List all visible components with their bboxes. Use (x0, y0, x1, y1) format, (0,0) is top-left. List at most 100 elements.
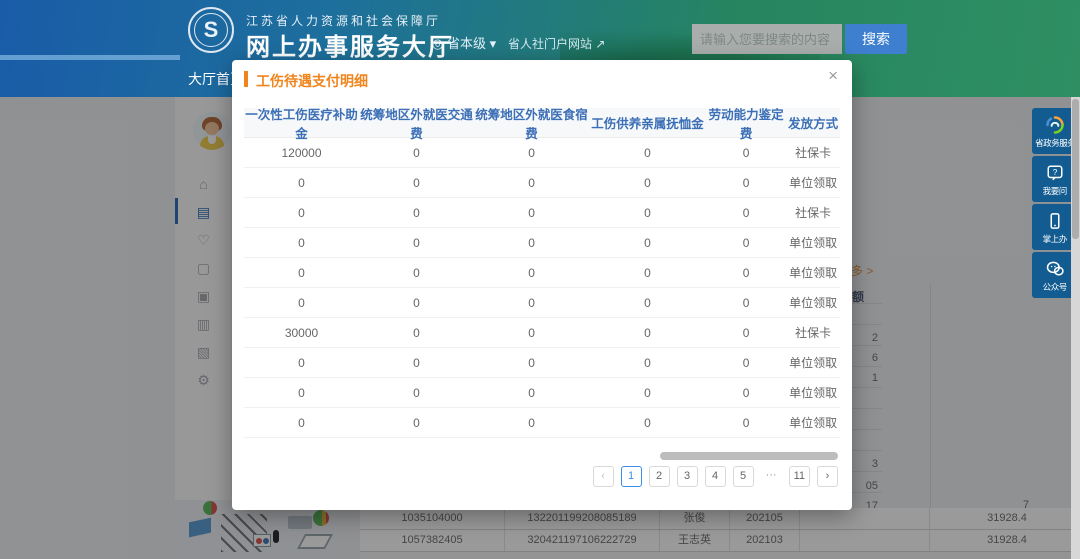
table-cell: 单位领取 (786, 354, 840, 371)
table-row: 00000社保卡 (244, 198, 840, 228)
caret-down-icon: ▾ (490, 36, 497, 51)
column-header: 统筹地区外就医食宿费 (474, 104, 589, 142)
table-cell: 30000 (244, 326, 359, 340)
table-cell: 0 (244, 176, 359, 190)
banner-strip-decoration (0, 55, 180, 60)
table-cell: 0 (359, 386, 474, 400)
logo-glyph: S (194, 13, 228, 47)
table-cell: 单位领取 (786, 174, 840, 191)
window-scrollbar[interactable] (1071, 97, 1080, 559)
table-cell: 0 (706, 326, 786, 340)
table-row: 00000单位领取 (244, 168, 840, 198)
table-cell: 0 (359, 146, 474, 160)
table-cell: 单位领取 (786, 234, 840, 251)
modal-titlebar: 工伤待遇支付明细 × (232, 60, 852, 100)
table-cell: 0 (474, 206, 589, 220)
pagination-page-11[interactable]: 11 (789, 466, 810, 487)
table-cell: 0 (706, 296, 786, 310)
table-cell: 0 (359, 176, 474, 190)
table-cell: 0 (589, 326, 706, 340)
table-row: 00000单位领取 (244, 228, 840, 258)
table-cell: 0 (244, 236, 359, 250)
table-cell: 0 (706, 206, 786, 220)
table-row: 00000单位领取 (244, 258, 840, 288)
search-button[interactable]: 搜索 (845, 24, 907, 54)
site-title: 网上办事服务大厅 (246, 27, 454, 62)
quick-button-label: 掌上办 (1043, 232, 1067, 244)
search-input[interactable] (692, 24, 842, 54)
region-label: 省本级 (447, 36, 486, 51)
svg-text:?: ? (1053, 167, 1058, 176)
window-scrollbar-thumb[interactable] (1072, 99, 1079, 239)
column-header: 统筹地区外就医交通费 (359, 104, 474, 142)
table-row: 300000000社保卡 (244, 318, 840, 348)
site-logo: S (188, 7, 234, 53)
table-cell: 0 (359, 266, 474, 280)
portal-label: 省人社门户网站 (508, 37, 592, 51)
table-cell: 0 (474, 416, 589, 430)
quick-button-label: 我要问 (1043, 184, 1067, 196)
table-cell: 0 (474, 386, 589, 400)
table-cell: 0 (589, 296, 706, 310)
table-cell: 0 (589, 416, 706, 430)
close-icon[interactable]: × (828, 66, 838, 86)
quick-button-label: 省政务服务 (1035, 136, 1075, 148)
pagination-page-1[interactable]: 1 (621, 466, 642, 487)
region-selector[interactable]: ◎ 省本级 ▾ (432, 33, 496, 52)
location-icon: ◎ (432, 36, 443, 51)
wechat-icon (1045, 258, 1065, 280)
table-cell: 社保卡 (786, 324, 840, 341)
payment-detail-modal: 工伤待遇支付明细 × 一次性工伤医疗补助金统筹地区外就医交通费统筹地区外就医食宿… (232, 60, 852, 510)
portal-link[interactable]: 省人社门户网站 ↗ (508, 35, 605, 52)
table-cell: 0 (244, 266, 359, 280)
pagination-page-4[interactable]: 4 (705, 466, 726, 487)
pagination-prev-button[interactable]: ‹ (593, 466, 614, 487)
table-cell: 社保卡 (786, 204, 840, 221)
column-header: 发放方式 (786, 113, 840, 132)
table-row: 1200000000社保卡 (244, 138, 840, 168)
table-row: 00000单位领取 (244, 408, 840, 438)
table-cell: 社保卡 (786, 144, 840, 161)
table-cell: 0 (589, 176, 706, 190)
modal-table-header-row: 一次性工伤医疗补助金统筹地区外就医交通费统筹地区外就医食宿费工伤供养亲属抚恤金劳… (244, 108, 840, 138)
pagination-page-2[interactable]: 2 (649, 466, 670, 487)
table-cell: 0 (359, 236, 474, 250)
table-cell: 0 (706, 356, 786, 370)
question-icon: ? (1046, 162, 1064, 184)
pagination: ‹ 12345 ··· 11 › (593, 466, 838, 487)
column-header: 一次性工伤医疗补助金 (244, 104, 359, 142)
pagination-page-3[interactable]: 3 (677, 466, 698, 487)
table-cell: 0 (244, 386, 359, 400)
table-cell: 0 (474, 236, 589, 250)
pagination-next-button[interactable]: › (817, 466, 838, 487)
table-cell: 0 (474, 266, 589, 280)
table-cell: 0 (589, 146, 706, 160)
modal-table-body: 1200000000社保卡00000单位领取00000社保卡00000单位领取0… (244, 138, 840, 438)
modal-title: 工伤待遇支付明细 (256, 71, 368, 91)
table-cell: 0 (474, 356, 589, 370)
table-cell: 0 (244, 356, 359, 370)
screen: ⌂▤♡▢▣▥▧⚙ 多 > 额 26130517 7 10351040001322… (0, 0, 1080, 559)
mobile-icon (1046, 210, 1064, 232)
horizontal-scrollbar-thumb[interactable] (660, 452, 838, 460)
table-cell: 0 (474, 296, 589, 310)
table-cell: 0 (589, 266, 706, 280)
table-cell: 0 (589, 206, 706, 220)
gov-services-icon (1045, 114, 1065, 136)
table-cell: 0 (706, 266, 786, 280)
column-header: 劳动能力鉴定费 (706, 104, 786, 142)
table-cell: 0 (474, 176, 589, 190)
table-cell: 单位领取 (786, 294, 840, 311)
table-cell: 0 (359, 296, 474, 310)
table-cell: 0 (359, 326, 474, 340)
table-row: 00000单位领取 (244, 288, 840, 318)
external-link-icon: ↗ (595, 37, 605, 51)
table-cell: 0 (706, 386, 786, 400)
pagination-page-5[interactable]: 5 (733, 466, 754, 487)
table-cell: 0 (359, 416, 474, 430)
table-cell: 0 (589, 236, 706, 250)
table-cell: 0 (589, 356, 706, 370)
table-cell: 0 (359, 356, 474, 370)
table-cell: 0 (244, 206, 359, 220)
pagination-ellipsis: ··· (761, 466, 782, 487)
